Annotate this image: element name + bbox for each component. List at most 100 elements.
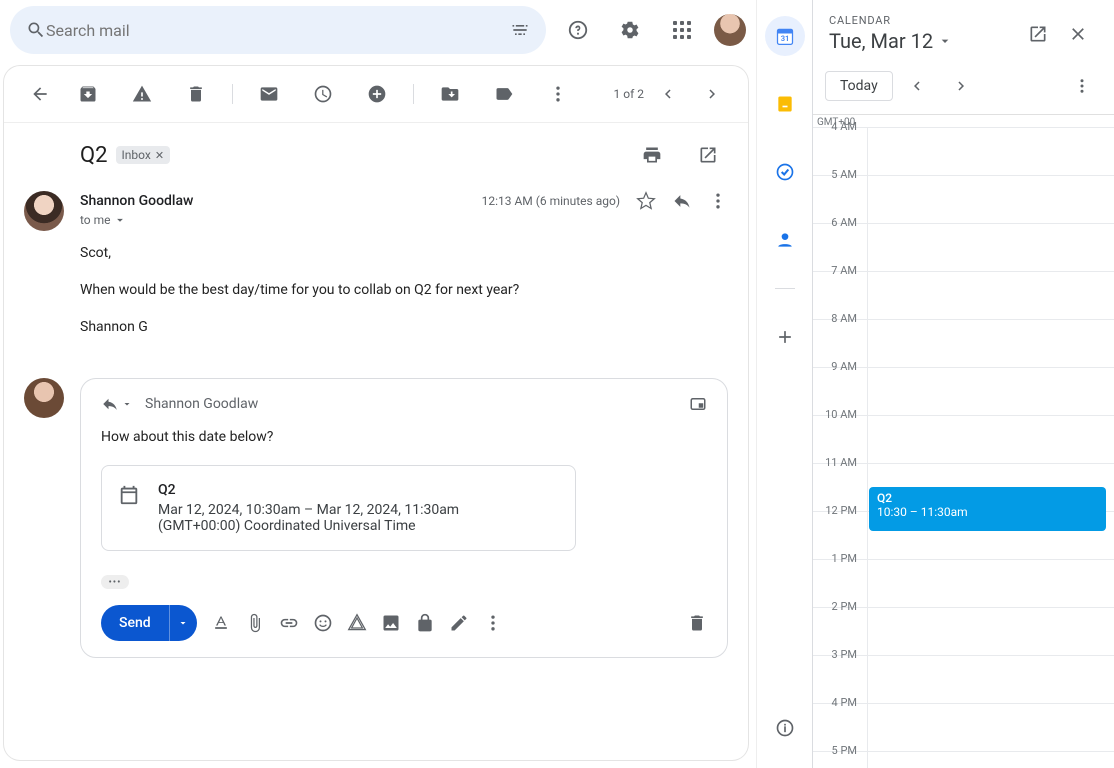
reply-button[interactable] <box>672 191 692 211</box>
close-icon[interactable]: ✕ <box>155 149 164 162</box>
trash-icon <box>186 84 206 104</box>
contacts-app-button[interactable] <box>765 220 805 260</box>
message-timestamp: 12:13 AM (6 minutes ago) <box>482 194 620 208</box>
move-to-button[interactable] <box>430 74 470 114</box>
hour-label: 5 PM <box>813 744 863 757</box>
tasks-icon <box>775 162 795 182</box>
prev-button[interactable] <box>648 74 688 114</box>
emoji-icon <box>313 613 333 633</box>
event-tz: (GMT+00:00) Coordinated Universal Time <box>158 518 459 534</box>
chevron-left-icon <box>908 77 926 95</box>
apps-button[interactable] <box>662 10 702 50</box>
popout-button[interactable] <box>689 395 707 413</box>
calendar-more-button[interactable] <box>1062 66 1102 106</box>
open-new-icon <box>1028 24 1048 44</box>
mark-unread-button[interactable] <box>249 74 289 114</box>
calendar-app-button[interactable]: 31 <box>765 16 805 56</box>
more-button[interactable] <box>538 74 578 114</box>
topbar <box>0 0 756 60</box>
snooze-button[interactable] <box>303 74 343 114</box>
dropdown-icon <box>113 213 127 227</box>
chevron-left-icon <box>659 85 677 103</box>
spam-button[interactable] <box>122 74 162 114</box>
side-panel-info[interactable] <box>765 708 805 748</box>
close-calendar-button[interactable] <box>1058 14 1098 54</box>
search-icon <box>26 20 46 40</box>
reply-recipient[interactable]: Shannon Goodlaw <box>145 396 258 412</box>
keep-app-button[interactable] <box>765 84 805 124</box>
archive-button[interactable] <box>68 74 108 114</box>
add-task-button[interactable] <box>357 74 397 114</box>
image-icon <box>381 613 401 633</box>
calendar-date-picker[interactable]: Tue, Mar 12 <box>829 29 1018 53</box>
settings-button[interactable] <box>610 10 650 50</box>
calendar-event[interactable]: Q210:30 – 11:30am <box>869 487 1106 531</box>
next-day-button[interactable] <box>941 66 981 106</box>
event-title: Q2 <box>158 482 459 498</box>
calendar-scroll[interactable]: GMT+00 4 AM5 AM6 AM7 AM8 AM9 AM10 AM11 A… <box>813 115 1114 768</box>
send-button[interactable]: Send <box>101 605 169 641</box>
hour-label: 9 AM <box>813 360 863 373</box>
link-button[interactable] <box>279 613 299 633</box>
message: Shannon Goodlaw 12:13 AM (6 minutes ago)… <box>4 179 748 354</box>
help-icon <box>567 19 589 41</box>
recipient-line[interactable]: to me <box>80 213 728 227</box>
hour-row[interactable]: 5 PM <box>813 751 1114 768</box>
hour-label: 2 PM <box>813 600 863 613</box>
open-calendar-button[interactable] <box>1018 14 1058 54</box>
event-block-title: Q2 <box>877 491 1098 505</box>
message-more-button[interactable] <box>708 191 728 211</box>
back-button[interactable] <box>20 74 60 114</box>
discard-draft-button[interactable] <box>687 613 707 633</box>
event-block-time: 10:30 – 11:30am <box>877 505 1098 519</box>
label-chip[interactable]: Inbox✕ <box>116 146 171 164</box>
more-vert-icon <box>1073 77 1091 95</box>
more-vert-icon <box>708 191 728 211</box>
open-new-window-button[interactable] <box>688 135 728 175</box>
confidential-mode-button[interactable] <box>415 613 435 633</box>
sender-avatar[interactable] <box>24 191 64 231</box>
calendar-overline: CALENDAR <box>829 14 1018 27</box>
reply-text[interactable]: How about this date below? <box>101 429 707 445</box>
attach-button[interactable] <box>245 613 265 633</box>
divider <box>775 288 795 289</box>
close-icon <box>1068 24 1088 44</box>
chevron-right-icon <box>703 85 721 103</box>
send-options-button[interactable] <box>169 605 197 641</box>
delete-button[interactable] <box>176 74 216 114</box>
prev-day-button[interactable] <box>897 66 937 106</box>
hour-label: 8 AM <box>813 312 863 325</box>
formatting-button[interactable] <box>211 613 231 633</box>
reply-type-button[interactable] <box>101 395 133 413</box>
signature-button[interactable] <box>449 613 469 633</box>
search-bar[interactable] <box>10 6 546 54</box>
show-trimmed-button[interactable]: ••• <box>101 575 129 589</box>
my-avatar[interactable] <box>24 378 64 418</box>
trash-icon <box>687 613 707 633</box>
calendar-icon: 31 <box>775 26 795 46</box>
dropdown-icon <box>177 617 189 629</box>
event-attachment[interactable]: Q2 Mar 12, 2024, 10:30am – Mar 12, 2024,… <box>101 465 576 551</box>
arrow-back-icon <box>30 84 50 104</box>
tasks-app-button[interactable] <box>765 152 805 192</box>
clock-icon <box>313 84 333 104</box>
archive-icon <box>78 84 98 104</box>
drive-button[interactable] <box>347 613 367 633</box>
insert-image-button[interactable] <box>381 613 401 633</box>
gear-icon <box>619 19 641 41</box>
print-button[interactable] <box>632 135 672 175</box>
hour-label: 5 AM <box>813 168 863 181</box>
hour-label: 10 AM <box>813 408 863 421</box>
account-avatar[interactable] <box>714 14 746 46</box>
star-button[interactable] <box>636 191 656 211</box>
emoji-button[interactable] <box>313 613 333 633</box>
search-input[interactable] <box>46 21 510 40</box>
help-button[interactable] <box>558 10 598 50</box>
compose-more-button[interactable] <box>483 613 503 633</box>
filter-icon[interactable] <box>510 20 530 40</box>
today-button[interactable]: Today <box>825 71 893 101</box>
labels-button[interactable] <box>484 74 524 114</box>
get-addons-button[interactable] <box>765 317 805 357</box>
info-icon <box>775 718 795 738</box>
next-button[interactable] <box>692 74 732 114</box>
